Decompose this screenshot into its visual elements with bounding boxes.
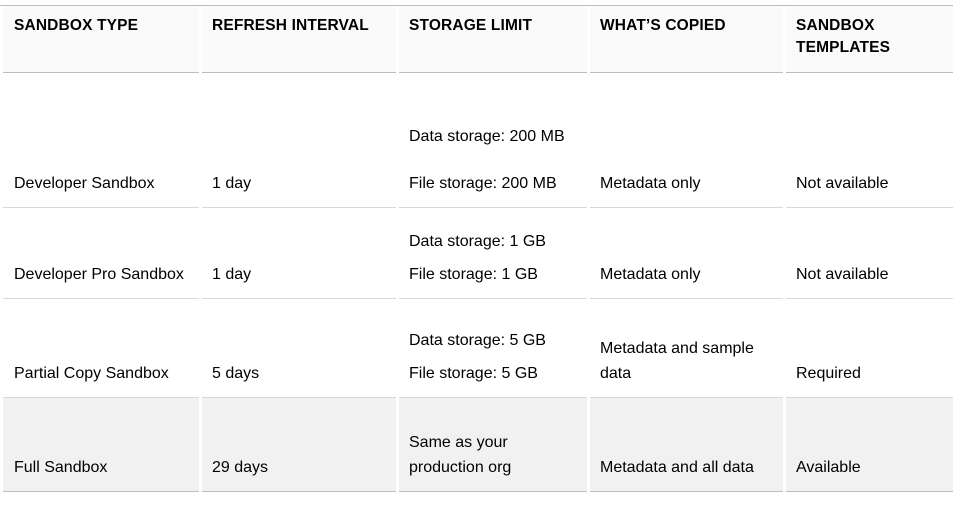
cell-sandbox-templates: Not available xyxy=(786,207,953,299)
cell-sandbox-type: Developer Sandbox xyxy=(3,72,199,208)
cell-refresh-interval: 1 day xyxy=(202,207,396,299)
cell-whats-copied: Metadata and all data xyxy=(590,397,783,492)
storage-file-line: File storage: 200 MB xyxy=(409,175,557,193)
table-row: Partial Copy Sandbox 5 days Data storage… xyxy=(3,298,953,398)
cell-storage-limit: Same as your production org xyxy=(399,397,587,492)
column-header-refresh-interval: REFRESH INTERVAL xyxy=(202,6,396,73)
storage-file-line: File storage: 1 GB xyxy=(409,266,538,284)
cell-sandbox-templates: Available xyxy=(786,397,953,492)
cell-whats-copied: Metadata only xyxy=(590,207,783,299)
storage-data-line: Data storage: 1 GB xyxy=(409,233,546,251)
table-header: SANDBOX TYPE REFRESH INTERVAL STORAGE LI… xyxy=(3,6,953,73)
column-header-storage-limit: STORAGE LIMIT xyxy=(399,6,587,73)
table-header-row: SANDBOX TYPE REFRESH INTERVAL STORAGE LI… xyxy=(3,6,953,73)
cell-sandbox-type: Partial Copy Sandbox xyxy=(3,298,199,398)
sandbox-comparison-table-container: SANDBOX TYPE REFRESH INTERVAL STORAGE LI… xyxy=(0,0,953,522)
column-header-sandbox-templates: SANDBOX TEMPLATES xyxy=(786,6,953,73)
cell-refresh-interval: 29 days xyxy=(202,397,396,492)
cell-storage-limit: Data storage: 1 GB File storage: 1 GB xyxy=(399,207,587,299)
cell-storage-limit: Data storage: 5 GB File storage: 5 GB xyxy=(399,298,587,398)
cell-refresh-interval: 5 days xyxy=(202,298,396,398)
storage-data-line: Data storage: 200 MB xyxy=(409,128,565,146)
storage-data-line: Data storage: 5 GB xyxy=(409,332,546,350)
column-header-sandbox-type: SANDBOX TYPE xyxy=(3,6,199,73)
table-body: Developer Sandbox 1 day Data storage: 20… xyxy=(3,72,953,492)
cell-storage-limit: Data storage: 200 MB File storage: 200 M… xyxy=(399,72,587,208)
storage-file-line: File storage: 5 GB xyxy=(409,365,538,383)
cell-sandbox-templates: Required xyxy=(786,298,953,398)
table-row: Full Sandbox 29 days Same as your produc… xyxy=(3,397,953,492)
sandbox-comparison-table: SANDBOX TYPE REFRESH INTERVAL STORAGE LI… xyxy=(0,5,953,492)
cell-whats-copied: Metadata and sample data xyxy=(590,298,783,398)
column-header-whats-copied: WHAT’S COPIED xyxy=(590,6,783,73)
cell-sandbox-type: Developer Pro Sandbox xyxy=(3,207,199,299)
cell-sandbox-templates: Not available xyxy=(786,72,953,208)
table-row: Developer Sandbox 1 day Data storage: 20… xyxy=(3,72,953,208)
cell-refresh-interval: 1 day xyxy=(202,72,396,208)
cell-whats-copied: Metadata only xyxy=(590,72,783,208)
table-row: Developer Pro Sandbox 1 day Data storage… xyxy=(3,207,953,299)
cell-sandbox-type: Full Sandbox xyxy=(3,397,199,492)
